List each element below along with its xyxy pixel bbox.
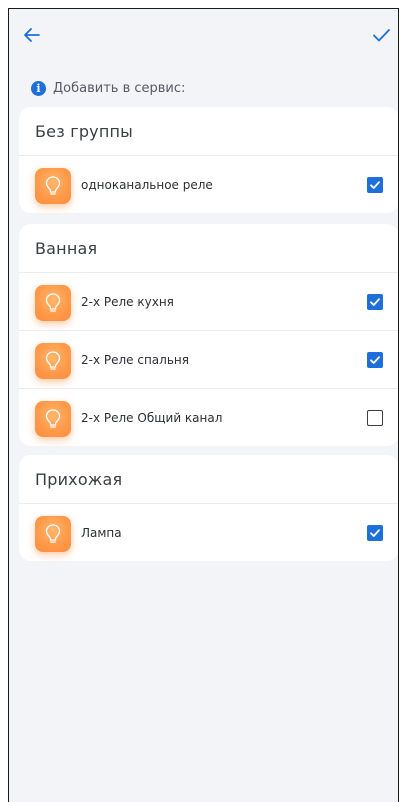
check-icon	[370, 180, 380, 189]
device-name: Лампа	[81, 525, 122, 540]
group-card-no-group: Без группы одноканальное реле	[19, 107, 398, 213]
group-title: Без группы	[19, 107, 398, 156]
device-name: 2-х Реле кухня	[81, 294, 174, 309]
back-button[interactable]	[21, 24, 43, 46]
device-row[interactable]: 2-х Реле кухня	[19, 273, 398, 331]
device-checkbox[interactable]	[367, 524, 383, 541]
device-row[interactable]: 2-х Реле спальня	[19, 331, 398, 389]
device-row[interactable]: одноканальное реле	[19, 156, 398, 213]
device-name: 2-х Реле Общий канал	[81, 410, 223, 425]
add-to-service-label: Добавить в сервис:	[53, 80, 186, 96]
device-name: 2-х Реле спальня	[81, 352, 189, 367]
device-checkbox[interactable]	[367, 351, 383, 368]
confirm-button[interactable]	[370, 24, 392, 46]
arrow-left-icon	[24, 28, 40, 42]
group-title: Прихожая	[19, 455, 398, 504]
checkmark-icon	[373, 29, 390, 42]
lightbulb-icon	[35, 343, 71, 379]
device-checkbox[interactable]	[367, 293, 383, 310]
device-checkbox[interactable]	[367, 176, 383, 193]
device-row[interactable]: Лампа	[19, 504, 398, 561]
check-icon	[370, 355, 380, 364]
check-icon	[370, 528, 380, 537]
top-bar	[9, 9, 398, 59]
device-checkbox[interactable]	[367, 409, 383, 426]
info-row: i Добавить в сервис:	[31, 79, 185, 97]
device-row[interactable]: 2-х Реле Общий канал	[19, 389, 398, 446]
lightbulb-icon	[35, 168, 71, 204]
info-icon: i	[31, 80, 46, 96]
screen: i Добавить в сервис: Без группы однокана…	[8, 8, 399, 802]
group-card-bathroom: Ванная 2-х Реле кухня 2-х Реле спальня 2…	[19, 224, 398, 446]
device-name: одноканальное реле	[81, 177, 213, 192]
lightbulb-icon	[35, 516, 71, 552]
check-icon	[370, 297, 380, 306]
lightbulb-icon	[35, 285, 71, 321]
lightbulb-icon	[35, 401, 71, 437]
group-card-hallway: Прихожая Лампа	[19, 455, 398, 561]
group-title: Ванная	[19, 224, 398, 273]
